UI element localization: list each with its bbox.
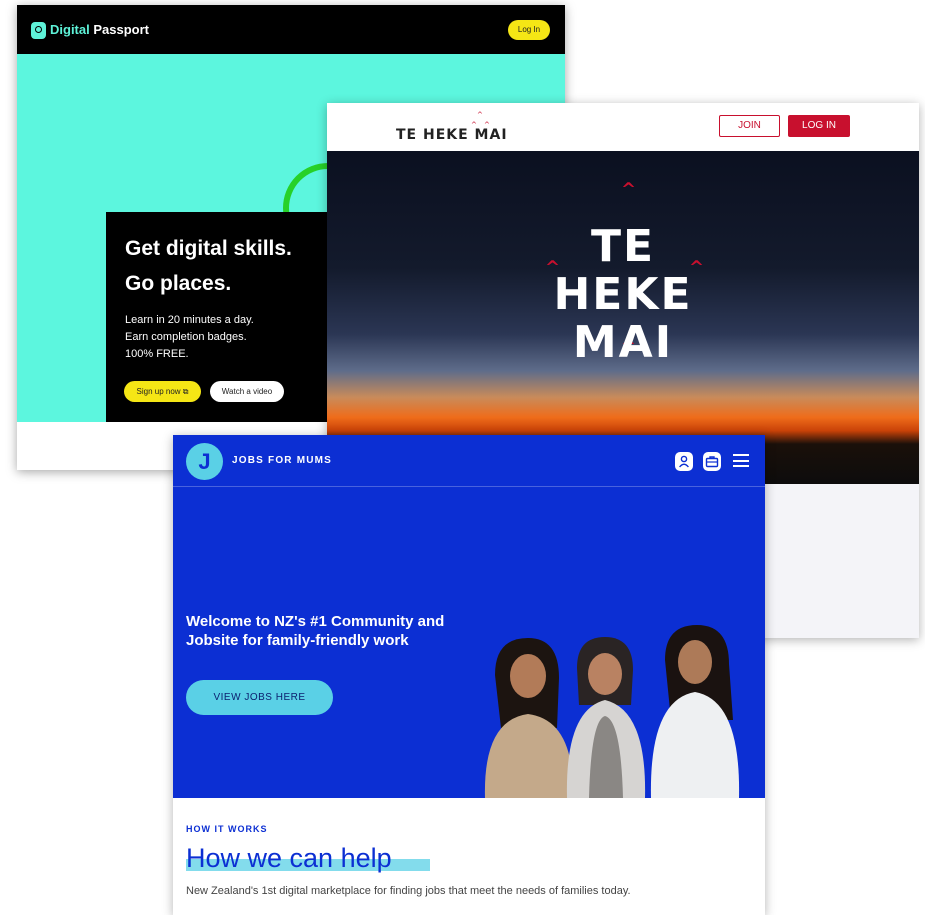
dp-line-2: Earn completion badges. xyxy=(125,331,247,343)
dp-navbar: Digital Passport Log In xyxy=(17,5,565,54)
jfm-brand[interactable]: JOBS FOR MUMS xyxy=(232,455,332,466)
thm-hero-title-line-1: TE xyxy=(590,221,656,272)
dp-brand[interactable]: Digital Passport xyxy=(50,22,149,37)
jfm-hero-photo xyxy=(484,625,740,798)
thm-navbar: TE HEKE MAI ^ ^ ^ JOIN LOG IN xyxy=(327,103,919,151)
jfm-welcome-heading: Welcome to NZ's #1 Community and Jobsite… xyxy=(186,613,445,649)
dp-brand-accent: Digital xyxy=(50,22,90,37)
dp-brand-rest: Passport xyxy=(89,22,149,37)
dp-signup-button[interactable]: Sign up now ⧉ xyxy=(124,381,201,402)
dp-headline-2: Go places. xyxy=(125,272,232,295)
thm-logo-chevron-icon: ^ xyxy=(471,121,477,129)
briefcase-icon[interactable] xyxy=(703,452,721,471)
dp-line-3: 100% FREE. xyxy=(125,348,189,360)
user-icon[interactable] xyxy=(675,452,693,471)
thm-nav-logo[interactable]: TE HEKE MAI xyxy=(396,127,508,143)
dp-watch-video-button[interactable]: Watch a video xyxy=(210,381,284,402)
thm-hero-chevron-icon: ^ xyxy=(621,179,637,200)
hamburger-menu-icon[interactable] xyxy=(733,454,749,467)
jobs-for-mums-window: J JOBS FOR MUMS Welcome to NZ's #1 Commu… xyxy=(173,435,765,915)
how-we-can-help-heading: How we can help xyxy=(186,843,392,873)
dp-headline-1: Get digital skills. xyxy=(125,237,292,260)
thm-hero-title-line-2: HEKE xyxy=(553,269,693,320)
thm-logo-chevron-icon: ^ xyxy=(484,121,490,129)
jfm-nav-divider xyxy=(173,486,765,487)
thm-join-button[interactable]: JOIN xyxy=(719,115,780,137)
thm-logo-chevron-icon: ^ xyxy=(477,111,483,119)
dp-login-button[interactable]: Log In xyxy=(508,20,550,40)
dp-logo-icon[interactable] xyxy=(31,22,46,39)
dp-line-1: Learn in 20 minutes a day. xyxy=(125,314,254,326)
how-it-works-label: HOW IT WORKS xyxy=(186,824,268,834)
thm-hero-title-line-3: MAI xyxy=(572,317,674,368)
section-description: New Zealand's 1st digital marketplace fo… xyxy=(186,885,631,897)
view-jobs-button[interactable]: VIEW JOBS HERE xyxy=(186,680,333,715)
jfm-logo[interactable]: J xyxy=(186,443,223,480)
thm-login-button[interactable]: LOG IN xyxy=(788,115,850,137)
